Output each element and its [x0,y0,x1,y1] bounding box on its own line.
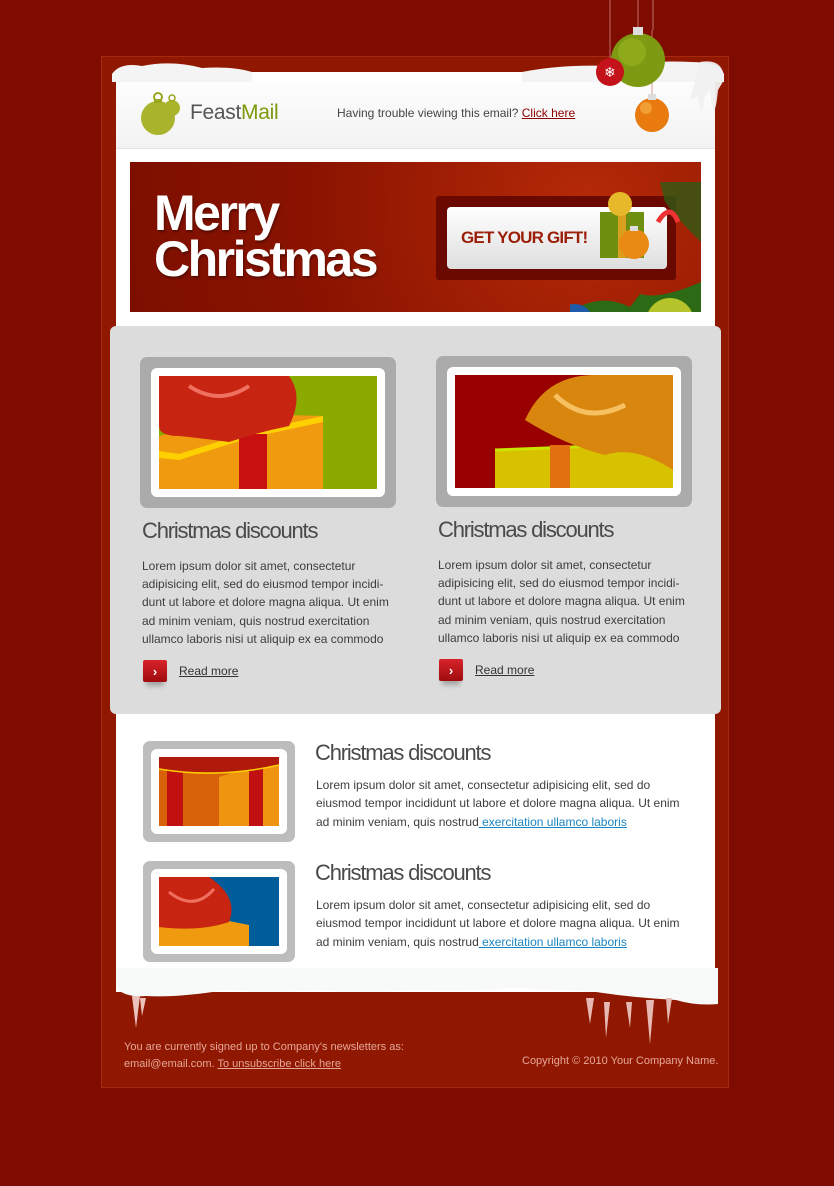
arrow-right-icon: › [143,660,167,682]
featured-body-1: Lorem ipsum dolor sit amet, consectetur … [142,559,389,646]
logo-text-main: Feast [190,101,242,124]
featured-image-1[interactable] [159,376,377,489]
trouble-text: Having trouble viewing this email? [337,106,522,120]
banner-title-line1: Merry [154,185,280,241]
gift-box-side-image [159,757,279,826]
list-body-1: Lorem ipsum dolor sit amet, consectetur … [316,776,696,831]
featured-title-1: Christmas discounts [142,518,318,543]
banner-title-line2: Christmas [154,231,379,287]
gift-box-icon [570,182,701,312]
banner-title: Merry Christmas [154,185,379,287]
snow-bottom-decoration [116,968,718,1044]
list-body-2: Lorem ipsum dolor sit amet, consectetur … [316,896,696,951]
featured-image-2[interactable] [455,375,673,488]
list-link-2[interactable]: exercitation ullamco laboris [479,935,627,949]
logo-text-accent: Mail [241,101,279,124]
footer-copyright: Copyright © 2010 Your Company Name. [522,1055,719,1067]
trouble-viewing-notice: Having trouble viewing this email? Click… [337,106,575,120]
featured-body-2: Lorem ipsum dolor sit amet, consectetur … [438,558,685,645]
unsubscribe-link[interactable]: To unsubscribe click here [218,1058,342,1070]
footer-line1: You are currently signed up to Company's… [124,1041,404,1053]
hanging-ornaments-decoration: ❄ [596,0,724,132]
featured-title-2: Christmas discounts [438,517,614,542]
list-title-2: Christmas discounts [315,860,491,885]
svg-text:❄: ❄ [604,64,616,80]
list-link-1[interactable]: exercitation ullamco laboris [479,815,627,829]
read-more-label: Read more [179,664,239,678]
view-online-link[interactable]: Click here [522,106,575,120]
read-more-label: Read more [475,663,535,677]
gift-blue-bg-image [159,877,279,946]
read-more-link-1[interactable]: › Read more [143,660,238,682]
footer-email: email@email.com. [124,1057,218,1070]
logo-text: FeastMail [190,101,279,125]
gift-red-bow-image [159,376,377,489]
hero-banner: Merry Christmas GET YOUR GIFT! [130,162,701,312]
footer-line2: email@email.com. To unsubscribe click he… [124,1056,404,1073]
ornament-logo-icon [141,92,180,135]
arrow-right-icon: › [439,659,463,681]
list-title-1: Christmas discounts [315,740,491,765]
gift-gold-bow-image [455,375,673,488]
footer-subscription-notice: You are currently signed up to Company's… [124,1039,404,1072]
logo[interactable]: FeastMail [140,88,279,138]
list-image-2[interactable] [159,877,279,946]
read-more-link-2[interactable]: › Read more [439,659,534,681]
get-gift-label: GET YOUR GIFT! [461,228,588,247]
list-image-1[interactable] [159,757,279,826]
